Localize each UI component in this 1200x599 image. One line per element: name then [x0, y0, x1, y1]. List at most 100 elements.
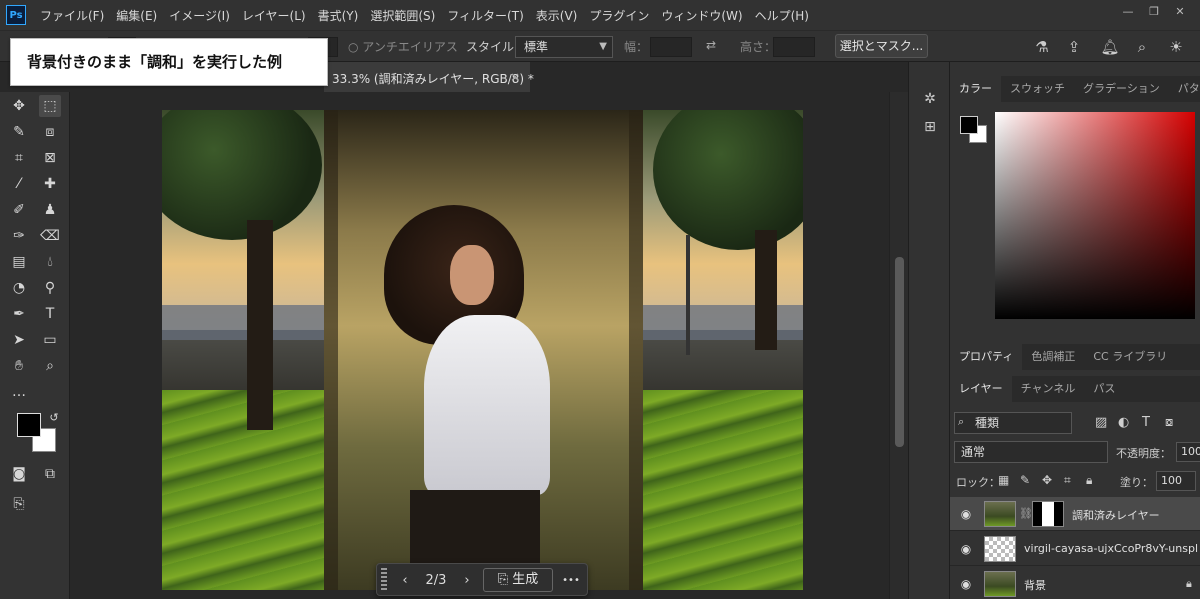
lightbulb-icon[interactable]: ☀ [1166, 37, 1186, 57]
tab-color[interactable]: カラー [950, 76, 1001, 102]
magic-wand-panel-icon[interactable]: ✲ [919, 88, 941, 110]
blur-tool-icon[interactable]: 💧︎ [39, 251, 61, 273]
maximize-button[interactable]: ❐ [1144, 4, 1164, 20]
menu-view[interactable]: 表示(V) [530, 7, 584, 24]
menu-window[interactable]: ウィンドウ(W) [655, 7, 748, 24]
drag-handle[interactable] [381, 568, 387, 592]
next-variation-button[interactable]: › [457, 564, 477, 597]
foreground-color-swatch[interactable] [17, 413, 41, 437]
zoom-tool-icon[interactable]: ⌕ [39, 355, 61, 377]
tab-properties[interactable]: プロパティ [950, 344, 1023, 370]
generate-button[interactable]: ⎘ 生成 [483, 568, 553, 592]
photoshop-logo-icon: Ps [6, 5, 26, 25]
menu-image[interactable]: イメージ(I) [163, 7, 236, 24]
document-image[interactable] [162, 110, 803, 590]
move-tool-icon[interactable]: ✥ [8, 95, 30, 117]
prev-variation-button[interactable]: ‹ [395, 564, 415, 597]
rectangle-tool-icon[interactable]: ▭ [39, 329, 61, 351]
visibility-eye-icon[interactable]: ◉ [958, 506, 974, 522]
history-brush-tool-icon[interactable]: ✑ [8, 225, 30, 247]
lock-all-icon[interactable]: 🔒︎ [1086, 473, 1092, 488]
search-icon[interactable]: ⌕ [1132, 37, 1152, 57]
bell-icon[interactable]: 🔔︎ [1100, 37, 1120, 57]
crop-tool-icon[interactable]: ⌗ [8, 147, 30, 169]
menu-type[interactable]: 書式(Y) [312, 7, 365, 24]
type-tool-icon[interactable]: T [39, 303, 61, 325]
blend-mode-select[interactable]: 通常 [954, 441, 1108, 463]
healing-brush-tool-icon[interactable]: ✚ [39, 173, 61, 195]
tab-adjustments[interactable]: 色調補正 [1022, 344, 1084, 370]
more-options-button[interactable]: ••• [559, 564, 583, 597]
select-and-mask-button[interactable]: 選択とマスク... [835, 34, 928, 58]
menu-layer[interactable]: レイヤー(L) [236, 7, 312, 24]
height-input[interactable] [773, 37, 815, 57]
document-tab[interactable]: 33.3% (調和済みレイヤー, RGB/8) * × [324, 62, 534, 92]
tab-patterns[interactable]: パターン [1169, 76, 1200, 102]
object-select-tool-icon[interactable]: ⧈ [39, 121, 61, 143]
swap-colors-icon[interactable]: ↺ [43, 407, 65, 429]
visibility-eye-icon[interactable]: ◉ [958, 576, 974, 592]
hand-tool-icon[interactable]: ✋︎ [8, 355, 30, 377]
tab-swatches[interactable]: スウォッチ [1001, 76, 1074, 102]
layer-row[interactable]: ◉ virgil-cayasa-ujxCcoPr8vY-unsplash [950, 532, 1200, 566]
frame-tool-icon[interactable]: ⊠ [39, 147, 61, 169]
menu-filter[interactable]: フィルター(T) [441, 7, 529, 24]
filter-pixel-icon[interactable]: ▨ [1095, 415, 1107, 430]
menu-edit[interactable]: 編集(E) [110, 7, 163, 24]
close-tab-icon[interactable]: × [510, 70, 520, 84]
menu-plugins[interactable]: プラグイン [583, 7, 655, 24]
path-select-tool-icon[interactable]: ➤ [8, 329, 30, 351]
swap-arrows-icon[interactable]: ⇄ [706, 38, 716, 52]
opacity-input[interactable]: 100 [1176, 442, 1200, 462]
share-for-review-icon[interactable]: ⎘ [8, 493, 30, 515]
eraser-tool-icon[interactable]: ⌫ [39, 225, 61, 247]
fill-input[interactable]: 100 [1156, 471, 1196, 491]
zoom-lens-tool-icon[interactable]: ⚲ [39, 277, 61, 299]
visibility-eye-icon[interactable]: ◉ [958, 541, 974, 557]
lock-artboard-icon[interactable]: ⌗ [1064, 473, 1071, 488]
quick-mask-icon[interactable]: ◙ [8, 463, 30, 485]
screen-mode-icon[interactable]: ⧉ [39, 463, 61, 485]
close-window-button[interactable]: ✕ [1170, 4, 1190, 20]
filter-adjustment-icon[interactable]: ◐ [1118, 415, 1129, 430]
layer-filter-select[interactable]: 種類 [954, 412, 1072, 434]
tab-cc-libraries[interactable]: CC ライブラリ [1084, 344, 1176, 370]
menu-help[interactable]: ヘルプ(H) [749, 7, 815, 24]
dodge-tool-icon[interactable]: ◔ [8, 277, 30, 299]
antialias-checkbox[interactable]: ○ アンチエイリアス [348, 38, 458, 55]
lock-image-icon[interactable]: ✎ [1020, 473, 1030, 487]
width-input[interactable] [650, 37, 692, 57]
tab-paths[interactable]: パス [1084, 376, 1124, 402]
layer-row[interactable]: ◉ 背景 🔒︎ [950, 567, 1200, 599]
lock-transparent-icon[interactable]: ▦ [998, 473, 1009, 487]
clone-stamp-tool-icon[interactable]: ♟ [39, 199, 61, 221]
canvas-vertical-scrollbar[interactable] [889, 92, 908, 599]
scrollbar-thumb[interactable] [895, 257, 904, 447]
layer-mask-thumbnail[interactable] [1032, 501, 1064, 527]
filter-type-icon[interactable]: T [1142, 415, 1150, 430]
more-tools-icon[interactable]: … [8, 381, 30, 403]
menu-file[interactable]: ファイル(F) [34, 7, 110, 24]
menu-select[interactable]: 選択範囲(S) [364, 7, 441, 24]
filter-shape-icon[interactable]: ⧇ [1165, 415, 1173, 430]
layer-row[interactable]: ◉ ⛓ 調和済みレイヤー [950, 497, 1200, 531]
blur-edge-right [629, 110, 643, 590]
color-panel-foreground-swatch[interactable] [960, 116, 978, 134]
tab-gradients[interactable]: グラデーション [1074, 76, 1169, 102]
gradient-tool-icon[interactable]: ▤ [8, 251, 30, 273]
tab-channels[interactable]: チャンネル [1012, 376, 1085, 402]
rect-marquee-tool-icon[interactable]: ⬚ [39, 95, 61, 117]
minimize-button[interactable]: — [1118, 4, 1138, 20]
tab-layers[interactable]: レイヤー [950, 376, 1012, 402]
brush-tool-icon[interactable]: ✐ [8, 199, 30, 221]
quick-select-tool-icon[interactable]: ✎ [8, 121, 30, 143]
eyedropper-tool-icon[interactable]: ⁄ [8, 173, 30, 195]
pen-tool-icon[interactable]: ✒ [8, 303, 30, 325]
style-select[interactable]: 標準 ▼ [515, 36, 613, 58]
flask-icon[interactable]: ⚗ [1032, 37, 1052, 57]
adjust-panel-icon[interactable]: ⊞ [919, 116, 941, 138]
link-chain-icon[interactable]: ⛓ [1019, 507, 1033, 520]
color-picker-field[interactable] [995, 112, 1195, 319]
lock-position-icon[interactable]: ✥ [1042, 473, 1052, 487]
share-icon[interactable]: ⇪ [1064, 37, 1084, 57]
